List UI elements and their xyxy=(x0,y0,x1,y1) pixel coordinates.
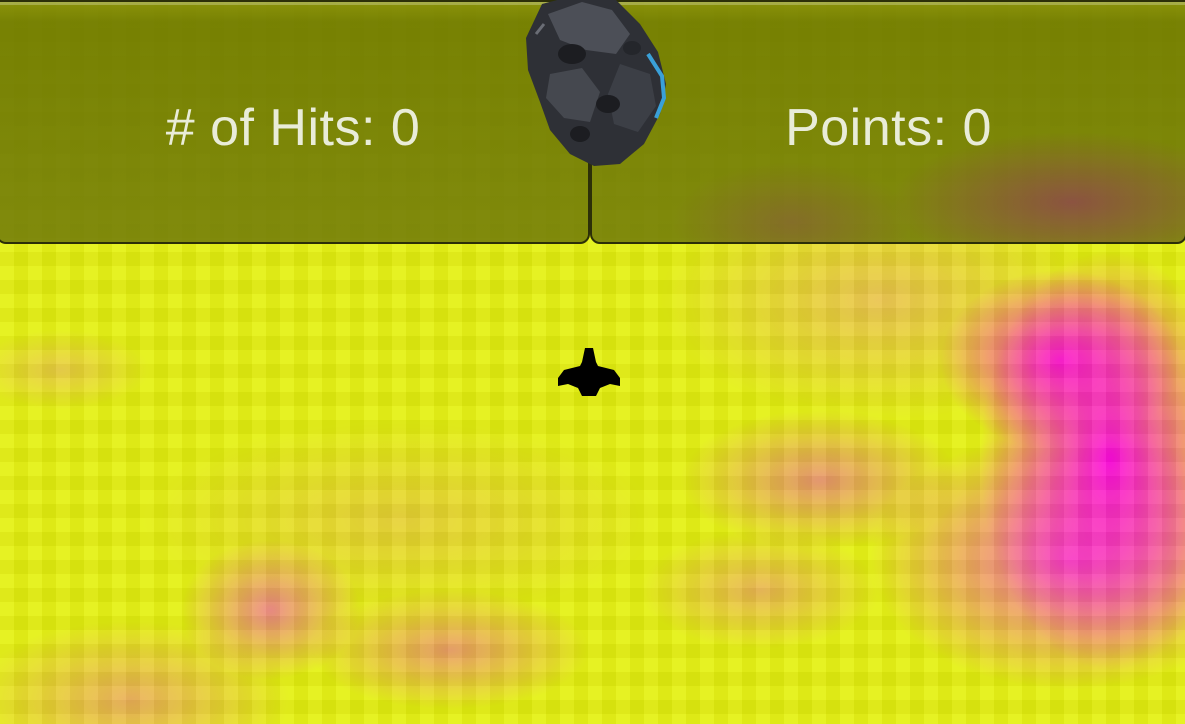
hits-panel: # of Hits: 0 xyxy=(0,0,590,244)
spaceship-icon xyxy=(558,348,620,396)
hits-counter: # of Hits: 0 xyxy=(165,99,421,157)
points-counter: Points: 0 xyxy=(785,99,992,157)
game-canvas[interactable]: # of Hits: 0 Points: 0 xyxy=(0,0,1185,724)
points-panel: Points: 0 xyxy=(590,0,1185,244)
asteroid-icon xyxy=(526,0,667,166)
